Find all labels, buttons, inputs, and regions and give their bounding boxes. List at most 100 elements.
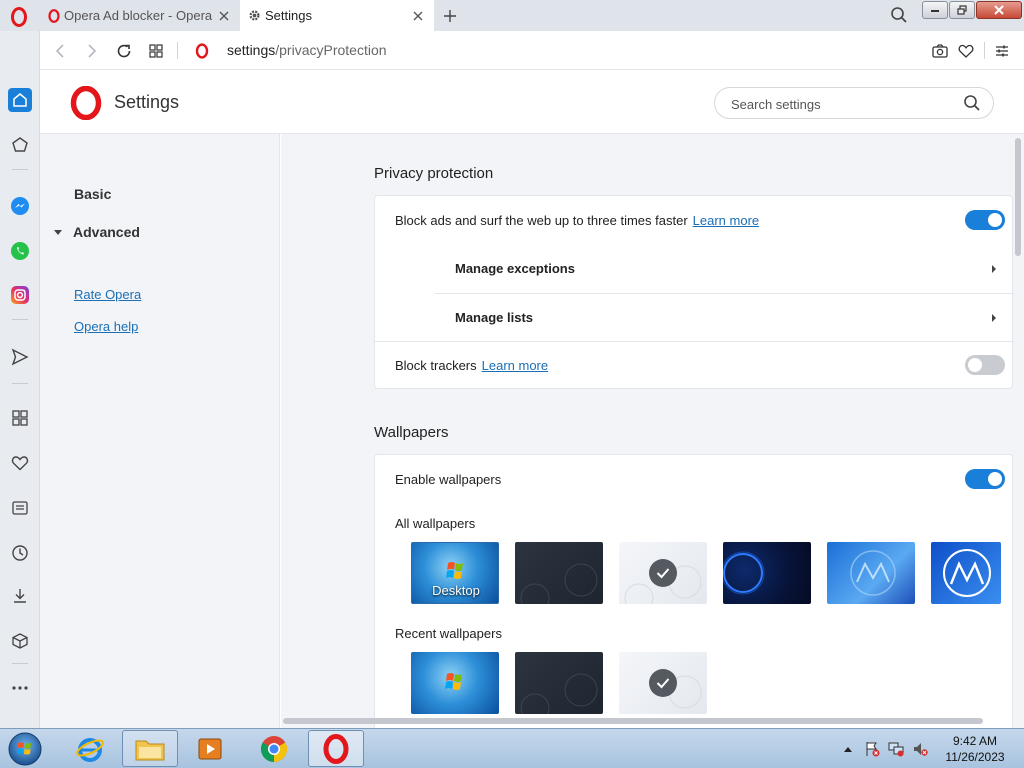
search-settings-box	[714, 87, 994, 119]
taskbar-clock[interactable]: 9:42 AM 11/26/2023	[935, 733, 1015, 765]
wallpapers-card: Enable wallpapers All wallpapers Desktop	[374, 454, 1013, 728]
taskbar-media-player[interactable]	[182, 730, 238, 767]
recent-wallpaper-desktop[interactable]	[411, 652, 499, 714]
settings-header: Settings	[40, 70, 1024, 134]
instagram-icon	[11, 286, 29, 304]
wallpaper-desktop[interactable]: Desktop	[411, 542, 499, 604]
sidebar-tabs[interactable]	[8, 496, 32, 520]
reload-button[interactable]	[114, 41, 134, 61]
sidebar-history[interactable]	[8, 541, 32, 565]
sidebar-downloads[interactable]	[8, 584, 32, 608]
wallpaper-dark[interactable]	[515, 542, 603, 604]
window-controls	[922, 1, 1023, 20]
bookmark-button[interactable]	[956, 41, 976, 61]
wallpaper-blue-ring[interactable]	[723, 542, 811, 604]
action-center-icon[interactable]	[864, 741, 880, 757]
sidebar-extensions[interactable]	[8, 629, 32, 653]
gear-icon	[249, 10, 260, 21]
block-ads-toggle[interactable]	[965, 210, 1005, 230]
site-info-button[interactable]	[192, 41, 212, 61]
url-field[interactable]: settings/privacyProtection	[227, 42, 387, 58]
opera-logo-icon	[323, 733, 349, 764]
address-bar: settings/privacyProtection	[40, 31, 1024, 70]
taskbar-internet-explorer[interactable]	[62, 730, 118, 767]
block-trackers-row: Block trackers Learn more	[395, 358, 548, 373]
wallpaper-blue-logo-2[interactable]	[931, 542, 1001, 604]
url-path: /privacyProtection	[275, 42, 387, 58]
nav-advanced-label: Advanced	[73, 224, 140, 240]
search-icon[interactable]	[963, 94, 983, 114]
cube-icon	[12, 633, 28, 649]
volume-muted-icon[interactable]	[912, 741, 928, 757]
manage-exceptions-label[interactable]: Manage exceptions	[455, 261, 575, 276]
search-settings-input[interactable]	[731, 94, 951, 114]
tab-opera-ad-blocker[interactable]: Opera Ad blocker - Opera	[40, 0, 240, 31]
sidebar-speed-dial[interactable]	[8, 406, 32, 430]
taskbar-file-explorer[interactable]	[122, 730, 178, 767]
close-icon	[994, 5, 1004, 15]
show-hidden-icons-button[interactable]	[840, 741, 856, 757]
new-tab-button[interactable]	[440, 6, 460, 26]
recent-wallpaper-dark[interactable]	[515, 652, 603, 714]
download-icon	[14, 589, 26, 603]
block-trackers-learn-more-link[interactable]: Learn more	[482, 358, 548, 373]
sidebar-aria[interactable]	[8, 133, 32, 157]
url-host: settings	[227, 42, 276, 58]
chevron-right-icon	[88, 44, 97, 58]
wallpaper-blue-logo[interactable]	[827, 542, 915, 604]
nav-basic[interactable]: Basic	[74, 186, 111, 202]
maximize-button[interactable]	[949, 1, 975, 19]
enable-wallpapers-toggle[interactable]	[965, 469, 1005, 489]
chrome-icon	[260, 735, 288, 762]
opera-help-link[interactable]: Opera help	[74, 319, 138, 334]
back-button[interactable]	[50, 41, 70, 61]
easy-setup-button[interactable]	[992, 41, 1012, 61]
clock-icon	[12, 545, 28, 561]
tab-search-button[interactable]	[890, 6, 910, 26]
opera-logo-icon	[195, 43, 209, 59]
grid-icon	[149, 44, 163, 58]
chevron-right-icon[interactable]	[992, 314, 996, 322]
close-tab-icon[interactable]	[410, 8, 426, 24]
start-button[interactable]	[6, 731, 44, 767]
sidebar-more[interactable]	[8, 676, 32, 700]
wallpaper-light-selected[interactable]	[619, 542, 707, 604]
vertical-scrollbar[interactable]	[1014, 134, 1022, 728]
sidebar-bookmarks[interactable]	[8, 451, 32, 475]
nav-advanced[interactable]: Advanced	[54, 224, 140, 240]
chevron-left-icon	[55, 44, 64, 58]
snapshot-button[interactable]	[930, 41, 950, 61]
minimize-button[interactable]	[922, 1, 948, 19]
sidebar-send[interactable]	[8, 345, 32, 369]
plus-icon	[444, 10, 456, 22]
system-tray	[840, 739, 936, 759]
sidebar-instagram[interactable]	[8, 283, 32, 307]
forward-button[interactable]	[82, 41, 102, 61]
taskbar-chrome[interactable]	[246, 730, 302, 767]
opera-favicon-icon	[48, 8, 60, 23]
sidebar-messenger[interactable]	[8, 194, 32, 218]
windows-taskbar: 9:42 AM 11/26/2023	[0, 728, 1024, 768]
sidebar-whatsapp[interactable]	[8, 239, 32, 263]
privacy-protection-title: Privacy protection	[374, 165, 494, 182]
network-icon[interactable]	[888, 741, 904, 757]
taskbar-opera[interactable]	[308, 730, 364, 767]
sidebar-home[interactable]	[8, 88, 32, 112]
speed-dial-button[interactable]	[146, 41, 166, 61]
block-trackers-toggle[interactable]	[965, 355, 1005, 375]
rate-opera-link[interactable]: Rate Opera	[74, 287, 141, 302]
chevron-right-icon[interactable]	[992, 265, 996, 273]
block-ads-learn-more-link[interactable]: Learn more	[693, 213, 759, 228]
wallpaper-desktop-label: Desktop	[432, 583, 480, 598]
tab-title: Settings	[265, 8, 312, 23]
recent-wallpaper-light-selected[interactable]	[619, 652, 707, 714]
close-window-button[interactable]	[976, 1, 1022, 19]
opera-menu-button[interactable]	[8, 6, 30, 28]
settings-nav: Basic Advanced Rate Opera Opera help	[40, 134, 280, 728]
manage-lists-label[interactable]: Manage lists	[455, 310, 533, 325]
search-icon	[891, 7, 907, 23]
tab-settings[interactable]: Settings	[240, 0, 434, 31]
close-tab-icon[interactable]	[216, 8, 232, 24]
enable-wallpapers-label: Enable wallpapers	[395, 472, 502, 487]
horizontal-scrollbar[interactable]	[283, 718, 983, 724]
